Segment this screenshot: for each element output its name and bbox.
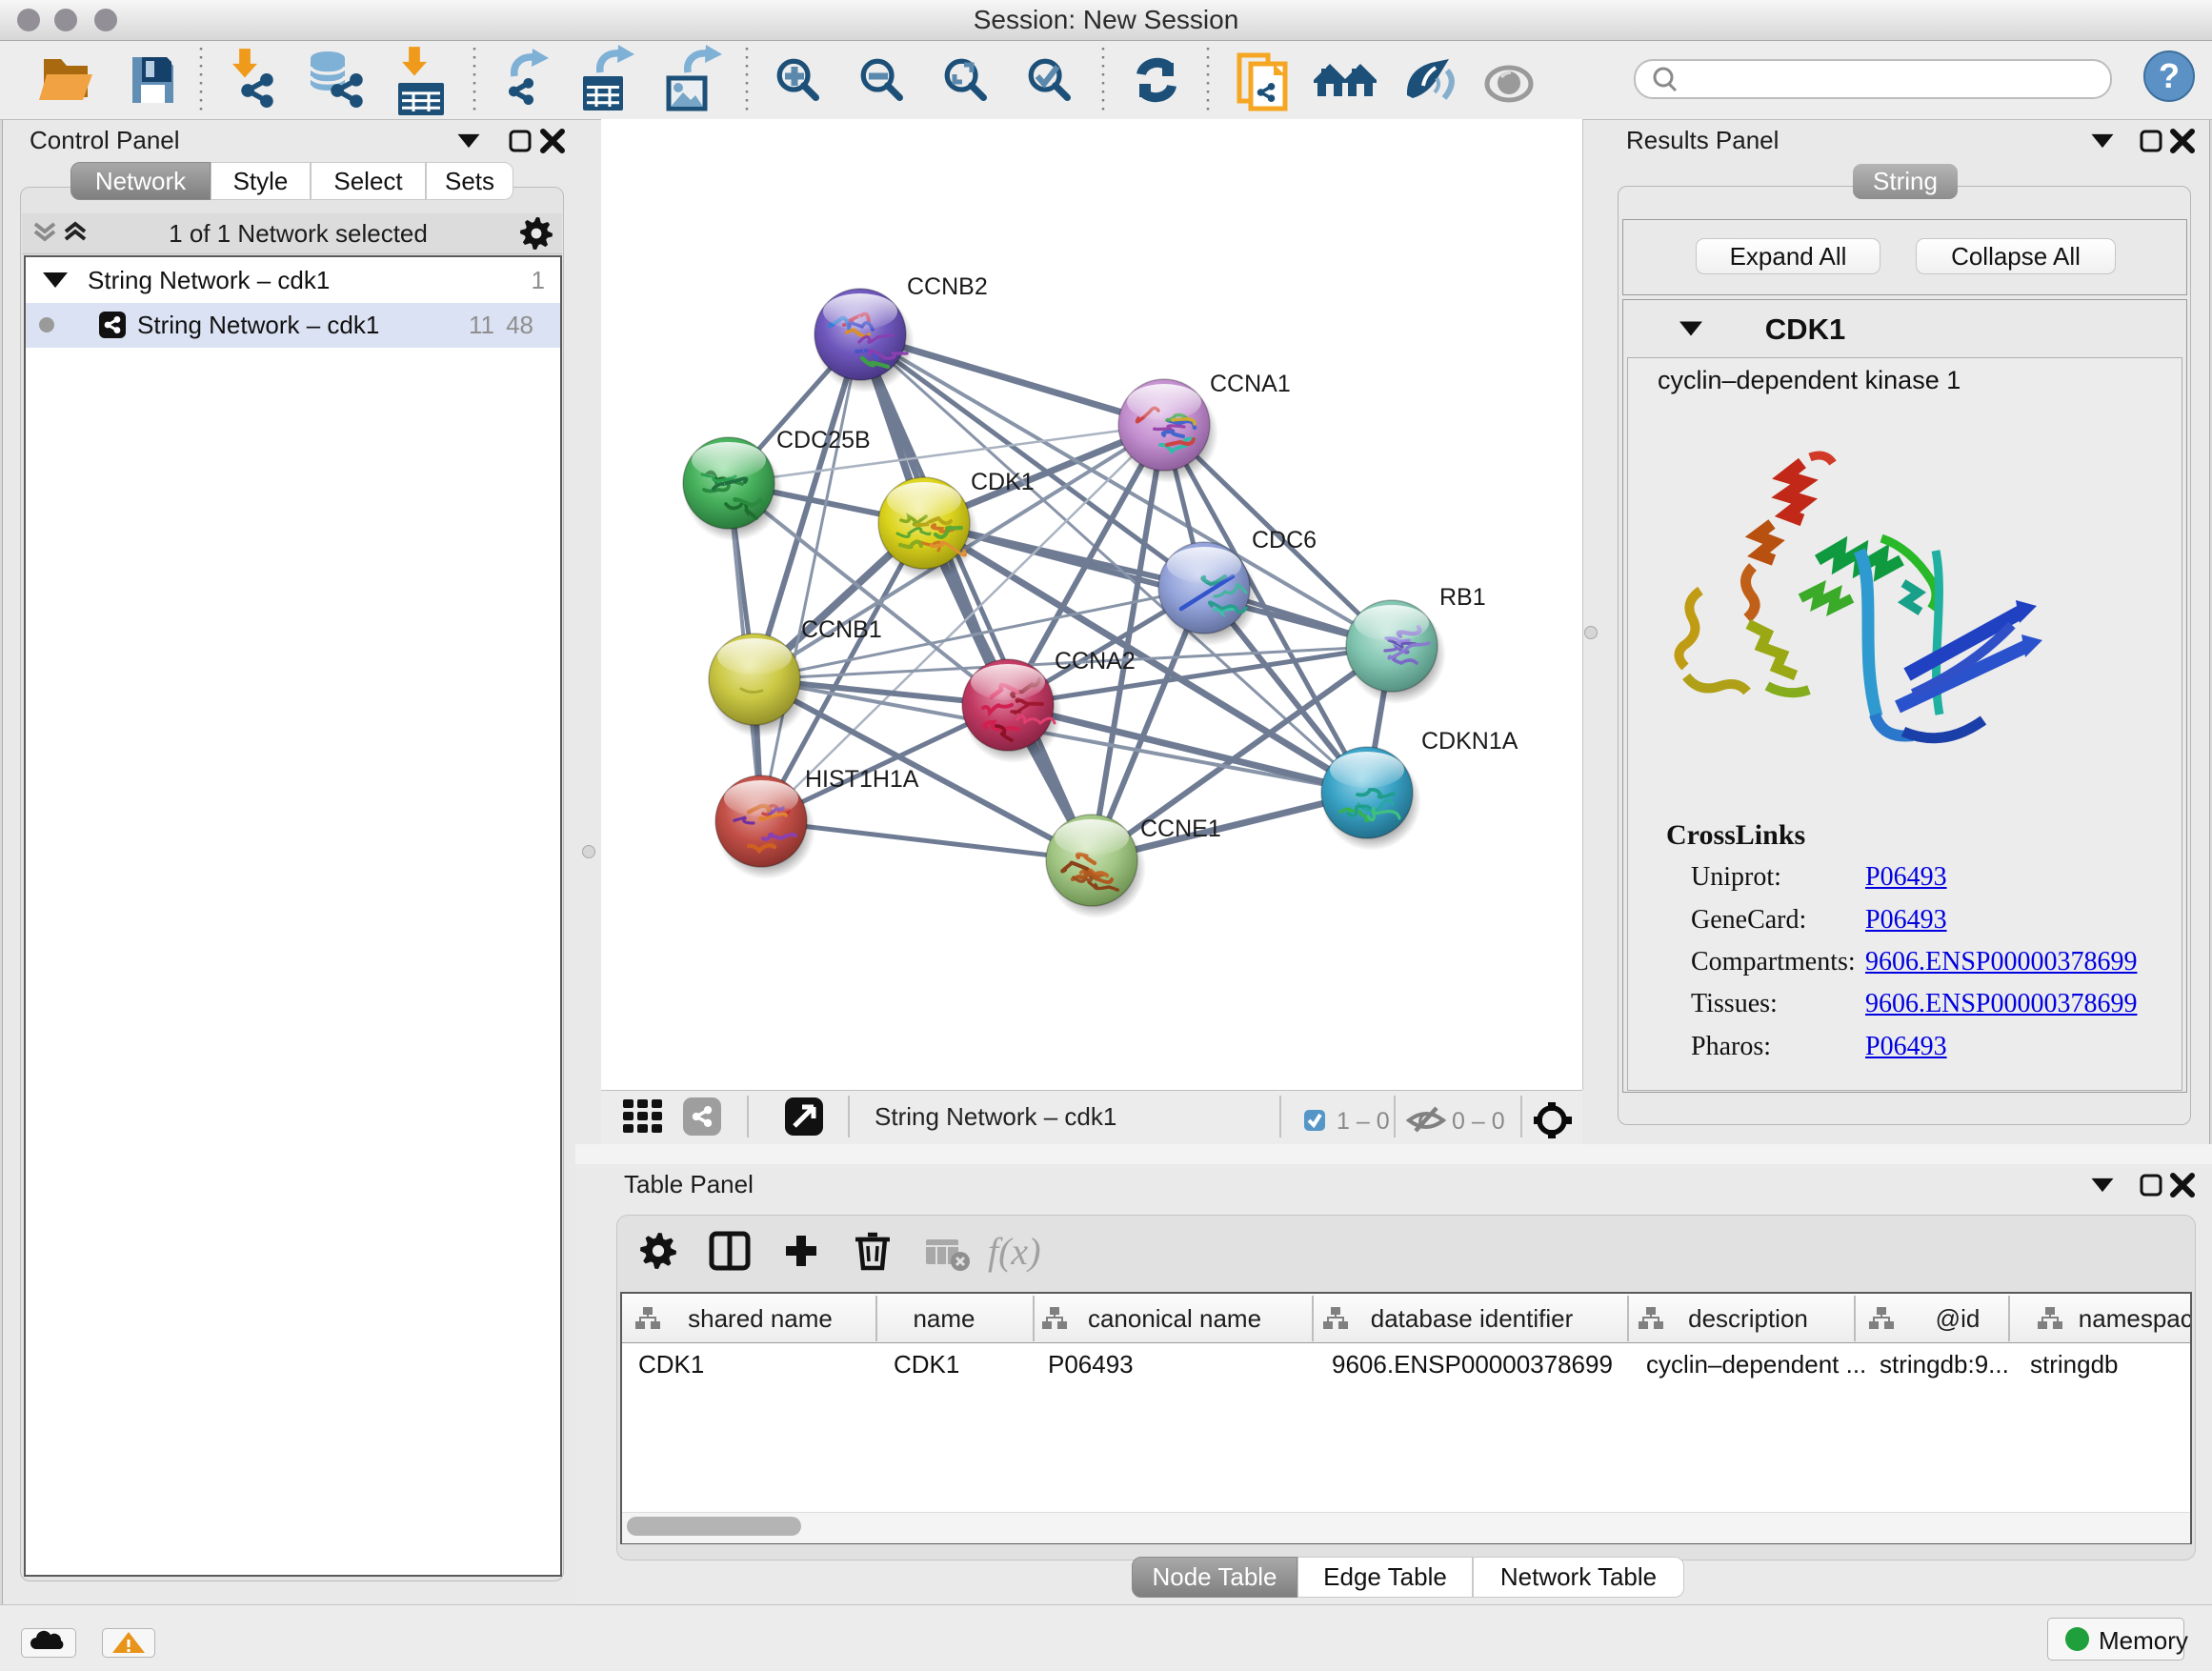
- svg-text:CDK1: CDK1: [971, 469, 1035, 495]
- svg-text:CCNE1: CCNE1: [1140, 815, 1221, 842]
- svg-text:CDK1: CDK1: [1765, 312, 1845, 346]
- svg-text:CCNA1: CCNA1: [1210, 371, 1291, 397]
- svg-text:1 – 0: 1 – 0: [1337, 1108, 1390, 1135]
- svg-text:HIST1H1A: HIST1H1A: [805, 766, 919, 793]
- svg-text:String Network – cdk1: String Network – cdk1: [875, 1102, 1116, 1131]
- svg-text:?: ?: [2159, 56, 2180, 95]
- svg-text:canonical name: canonical name: [1088, 1304, 1261, 1333]
- svg-text:@id: @id: [1936, 1304, 1981, 1333]
- svg-text:CDKN1A: CDKN1A: [1421, 728, 1518, 755]
- svg-text:namespace: namespace: [2079, 1304, 2190, 1333]
- svg-text:11: 11: [469, 311, 494, 339]
- svg-text:name: name: [913, 1304, 975, 1333]
- svg-text:shared name: shared name: [688, 1304, 833, 1333]
- svg-text:0 – 0: 0 – 0: [1452, 1108, 1505, 1135]
- svg-text:48: 48: [506, 311, 533, 339]
- svg-text:String Network – cdk1: String Network – cdk1: [88, 266, 330, 294]
- svg-text:database identifier: database identifier: [1371, 1304, 1574, 1333]
- svg-text:description: description: [1688, 1304, 1808, 1333]
- svg-text:String Network – cdk1: String Network – cdk1: [137, 311, 379, 339]
- svg-text:CCNB2: CCNB2: [907, 273, 988, 300]
- svg-text:1 of 1 Network selected: 1 of 1 Network selected: [169, 219, 428, 248]
- svg-text:CCNB1: CCNB1: [801, 616, 882, 643]
- svg-text:CDC25B: CDC25B: [776, 427, 871, 453]
- svg-text:CCNA2: CCNA2: [1055, 648, 1136, 674]
- svg-text:RB1: RB1: [1439, 584, 1486, 611]
- svg-text:f(x): f(x): [988, 1230, 1041, 1273]
- svg-text:CDC6: CDC6: [1252, 527, 1317, 554]
- svg-text:1: 1: [532, 266, 545, 294]
